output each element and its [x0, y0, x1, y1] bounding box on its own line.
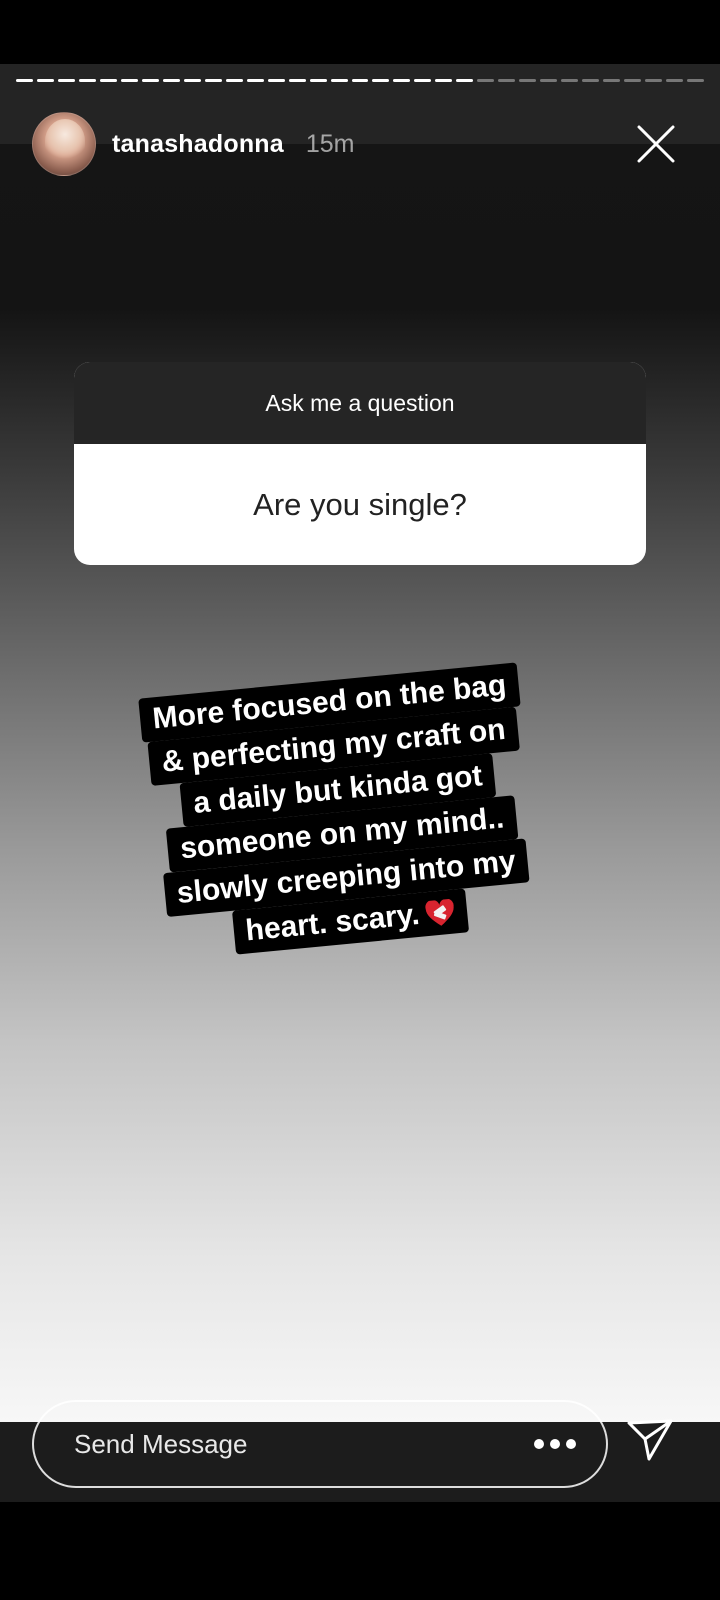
- question-text: Are you single?: [253, 486, 467, 522]
- question-prompt: Ask me a question: [74, 362, 646, 444]
- progress-segment: [456, 79, 474, 82]
- progress-segment: [288, 79, 306, 82]
- progress-segment: [120, 79, 138, 82]
- post-time: 15m: [305, 129, 355, 158]
- paper-plane-icon: [627, 1419, 673, 1461]
- progress-segment: [666, 79, 683, 82]
- progress-segment: [477, 79, 495, 82]
- send-message-input[interactable]: Send Message: [32, 1400, 608, 1488]
- close-button[interactable]: [632, 120, 680, 168]
- username[interactable]: tanashadonna: [112, 130, 284, 159]
- progress-segment: [540, 79, 558, 82]
- progress-segment: [246, 79, 264, 82]
- progress-segment: [78, 79, 96, 82]
- question-sticker[interactable]: Ask me a question Are you single?: [74, 362, 646, 565]
- progress-segment: [267, 79, 285, 82]
- progress-segment: [309, 79, 327, 82]
- progress-segment: [414, 79, 432, 82]
- avatar[interactable]: [32, 112, 96, 176]
- send-button[interactable]: [622, 1412, 678, 1468]
- progress-segment: [687, 79, 704, 82]
- progress-segment: [204, 79, 222, 82]
- progress-segment: [141, 79, 159, 82]
- answer-text-block: More focused on the bag & perfecting my c…: [118, 660, 561, 963]
- progress-segment: [582, 79, 600, 82]
- progress-segment: [36, 79, 54, 82]
- progress-segment: [183, 79, 201, 82]
- progress-segment: [99, 79, 117, 82]
- progress-segment: [330, 79, 348, 82]
- avatar-photo: [45, 119, 85, 163]
- progress-segment: [498, 79, 516, 82]
- progress-segment: [624, 79, 642, 82]
- progress-segment: [561, 79, 579, 82]
- story-screen: tanashadonna 15m Ask me a question Are y…: [0, 0, 720, 1600]
- story-progress-bar: [16, 79, 704, 83]
- progress-segment: [57, 79, 75, 82]
- progress-segment: [645, 79, 663, 82]
- more-dots-icon[interactable]: [534, 1439, 576, 1449]
- progress-segment: [519, 79, 537, 82]
- story-header: tanashadonna 15m: [32, 112, 696, 176]
- progress-segment: [435, 79, 453, 82]
- progress-segment: [372, 79, 390, 82]
- progress-segment: [16, 79, 33, 82]
- close-icon: [637, 125, 675, 163]
- progress-segment: [351, 79, 369, 82]
- message-placeholder: Send Message: [74, 1428, 248, 1459]
- progress-segment: [393, 79, 411, 82]
- mending-heart-icon: [425, 898, 454, 926]
- progress-segment: [603, 79, 621, 82]
- progress-segment: [225, 79, 243, 82]
- progress-segment: [162, 79, 180, 82]
